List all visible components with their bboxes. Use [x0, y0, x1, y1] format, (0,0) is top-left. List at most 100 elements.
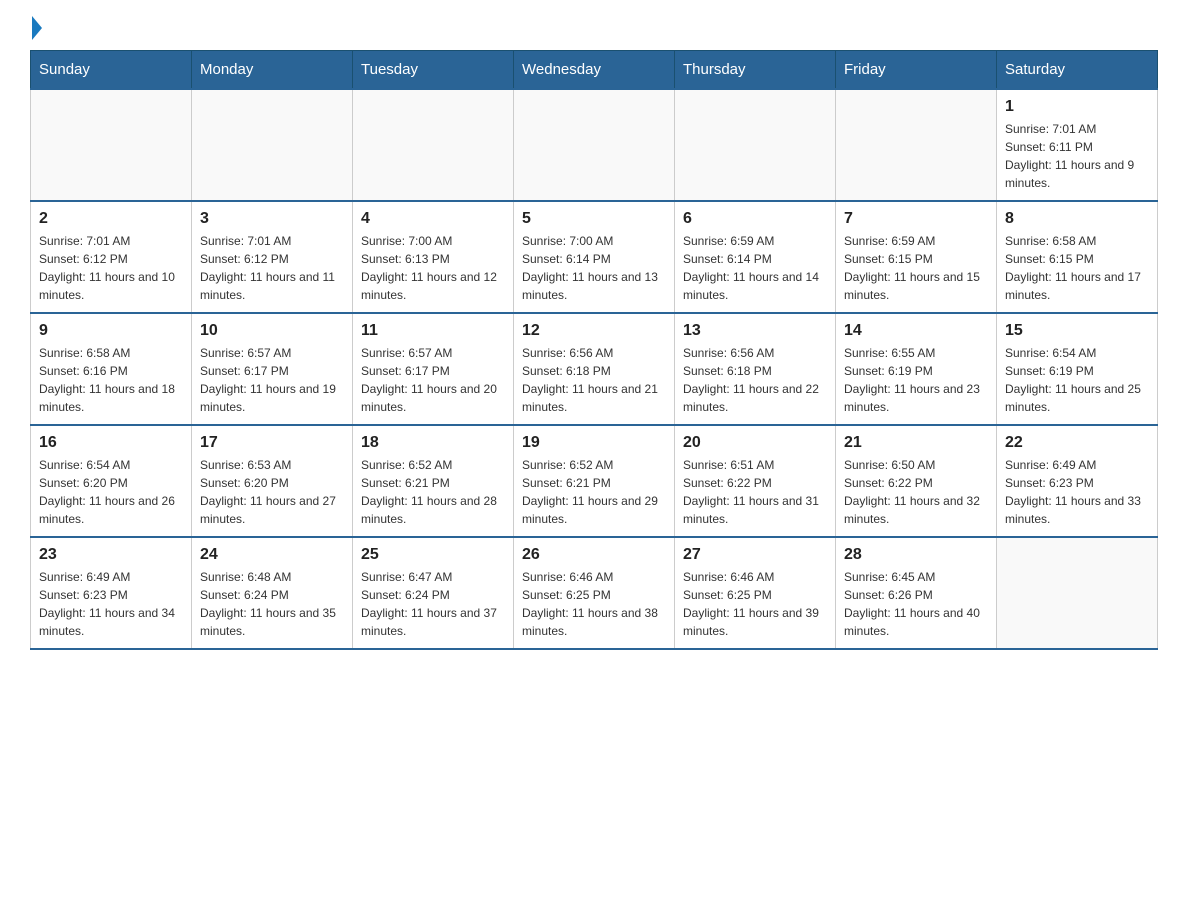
day-number: 7	[844, 210, 988, 228]
calendar-day-cell: 9 Sunrise: 6:58 AM Sunset: 6:16 PM Daylig…	[31, 313, 192, 425]
logo	[30, 20, 42, 40]
day-number: 8	[1005, 210, 1149, 228]
day-number: 28	[844, 546, 988, 564]
day-number: 16	[39, 434, 183, 452]
day-info: Sunrise: 6:56 AM Sunset: 6:18 PM Dayligh…	[522, 344, 666, 416]
calendar-day-cell: 22 Sunrise: 6:49 AM Sunset: 6:23 PM Dayli…	[997, 425, 1158, 537]
day-info: Sunrise: 7:01 AM Sunset: 6:11 PM Dayligh…	[1005, 120, 1149, 192]
day-number: 18	[361, 434, 505, 452]
calendar-day-cell: 14 Sunrise: 6:55 AM Sunset: 6:19 PM Dayli…	[836, 313, 997, 425]
calendar-day-cell: 8 Sunrise: 6:58 AM Sunset: 6:15 PM Daylig…	[997, 201, 1158, 313]
calendar-week-row: 16 Sunrise: 6:54 AM Sunset: 6:20 PM Dayli…	[31, 425, 1158, 537]
day-number: 9	[39, 322, 183, 340]
day-info: Sunrise: 7:00 AM Sunset: 6:14 PM Dayligh…	[522, 232, 666, 304]
day-of-week-header: Wednesday	[514, 51, 675, 90]
day-number: 13	[683, 322, 827, 340]
day-number: 19	[522, 434, 666, 452]
calendar-day-cell: 28 Sunrise: 6:45 AM Sunset: 6:26 PM Dayli…	[836, 537, 997, 649]
calendar-day-cell	[675, 89, 836, 201]
day-info: Sunrise: 6:58 AM Sunset: 6:15 PM Dayligh…	[1005, 232, 1149, 304]
page-header	[30, 20, 1158, 40]
calendar-day-cell: 7 Sunrise: 6:59 AM Sunset: 6:15 PM Daylig…	[836, 201, 997, 313]
calendar-day-cell: 18 Sunrise: 6:52 AM Sunset: 6:21 PM Dayli…	[353, 425, 514, 537]
day-info: Sunrise: 6:45 AM Sunset: 6:26 PM Dayligh…	[844, 568, 988, 640]
day-of-week-header: Sunday	[31, 51, 192, 90]
day-info: Sunrise: 6:52 AM Sunset: 6:21 PM Dayligh…	[361, 456, 505, 528]
day-number: 10	[200, 322, 344, 340]
day-number: 2	[39, 210, 183, 228]
calendar-day-cell: 1 Sunrise: 7:01 AM Sunset: 6:11 PM Daylig…	[997, 89, 1158, 201]
day-number: 21	[844, 434, 988, 452]
calendar-day-cell	[514, 89, 675, 201]
day-info: Sunrise: 6:55 AM Sunset: 6:19 PM Dayligh…	[844, 344, 988, 416]
calendar-day-cell: 2 Sunrise: 7:01 AM Sunset: 6:12 PM Daylig…	[31, 201, 192, 313]
day-number: 14	[844, 322, 988, 340]
calendar-week-row: 2 Sunrise: 7:01 AM Sunset: 6:12 PM Daylig…	[31, 201, 1158, 313]
calendar-day-cell: 5Sunrise: 7:00 AM Sunset: 6:14 PM Daylig…	[514, 201, 675, 313]
calendar-day-cell: 10 Sunrise: 6:57 AM Sunset: 6:17 PM Dayli…	[192, 313, 353, 425]
day-info: Sunrise: 6:59 AM Sunset: 6:14 PM Dayligh…	[683, 232, 827, 304]
day-info: Sunrise: 6:48 AM Sunset: 6:24 PM Dayligh…	[200, 568, 344, 640]
day-info: Sunrise: 6:57 AM Sunset: 6:17 PM Dayligh…	[200, 344, 344, 416]
day-number: 12	[522, 322, 666, 340]
day-of-week-header: Monday	[192, 51, 353, 90]
day-info: Sunrise: 6:50 AM Sunset: 6:22 PM Dayligh…	[844, 456, 988, 528]
calendar-day-cell	[836, 89, 997, 201]
day-of-week-header: Saturday	[997, 51, 1158, 90]
calendar-header-row: SundayMondayTuesdayWednesdayThursdayFrid…	[31, 51, 1158, 90]
day-of-week-header: Thursday	[675, 51, 836, 90]
calendar-day-cell: 15 Sunrise: 6:54 AM Sunset: 6:19 PM Dayli…	[997, 313, 1158, 425]
day-number: 11	[361, 322, 505, 340]
calendar-day-cell: 19 Sunrise: 6:52 AM Sunset: 6:21 PM Dayli…	[514, 425, 675, 537]
day-number: 23	[39, 546, 183, 564]
calendar-day-cell: 26 Sunrise: 6:46 AM Sunset: 6:25 PM Dayli…	[514, 537, 675, 649]
day-info: Sunrise: 6:52 AM Sunset: 6:21 PM Dayligh…	[522, 456, 666, 528]
day-number: 3	[200, 210, 344, 228]
day-info: Sunrise: 6:49 AM Sunset: 6:23 PM Dayligh…	[39, 568, 183, 640]
day-number: 1	[1005, 98, 1149, 116]
calendar-day-cell: 23 Sunrise: 6:49 AM Sunset: 6:23 PM Dayli…	[31, 537, 192, 649]
calendar-table: SundayMondayTuesdayWednesdayThursdayFrid…	[30, 50, 1158, 650]
day-number: 24	[200, 546, 344, 564]
day-number: 6	[683, 210, 827, 228]
calendar-day-cell: 24 Sunrise: 6:48 AM Sunset: 6:24 PM Dayli…	[192, 537, 353, 649]
day-number: 25	[361, 546, 505, 564]
day-info: Sunrise: 6:57 AM Sunset: 6:17 PM Dayligh…	[361, 344, 505, 416]
day-info: Sunrise: 6:59 AM Sunset: 6:15 PM Dayligh…	[844, 232, 988, 304]
day-info: Sunrise: 6:53 AM Sunset: 6:20 PM Dayligh…	[200, 456, 344, 528]
calendar-week-row: 1 Sunrise: 7:01 AM Sunset: 6:11 PM Daylig…	[31, 89, 1158, 201]
day-info: Sunrise: 7:01 AM Sunset: 6:12 PM Dayligh…	[200, 232, 344, 304]
calendar-day-cell	[353, 89, 514, 201]
calendar-day-cell: 13 Sunrise: 6:56 AM Sunset: 6:18 PM Dayli…	[675, 313, 836, 425]
calendar-day-cell: 21 Sunrise: 6:50 AM Sunset: 6:22 PM Dayli…	[836, 425, 997, 537]
calendar-week-row: 9 Sunrise: 6:58 AM Sunset: 6:16 PM Daylig…	[31, 313, 1158, 425]
calendar-day-cell: 12 Sunrise: 6:56 AM Sunset: 6:18 PM Dayli…	[514, 313, 675, 425]
calendar-day-cell: 16 Sunrise: 6:54 AM Sunset: 6:20 PM Dayli…	[31, 425, 192, 537]
calendar-day-cell: 4 Sunrise: 7:00 AM Sunset: 6:13 PM Daylig…	[353, 201, 514, 313]
day-number: 27	[683, 546, 827, 564]
day-number: 20	[683, 434, 827, 452]
day-number: 15	[1005, 322, 1149, 340]
day-number: 26	[522, 546, 666, 564]
day-info: Sunrise: 6:58 AM Sunset: 6:16 PM Dayligh…	[39, 344, 183, 416]
day-number: 4	[361, 210, 505, 228]
day-number: 22	[1005, 434, 1149, 452]
day-info: Sunrise: 7:01 AM Sunset: 6:12 PM Dayligh…	[39, 232, 183, 304]
calendar-day-cell: 6 Sunrise: 6:59 AM Sunset: 6:14 PM Daylig…	[675, 201, 836, 313]
day-info: Sunrise: 6:51 AM Sunset: 6:22 PM Dayligh…	[683, 456, 827, 528]
calendar-day-cell: 25 Sunrise: 6:47 AM Sunset: 6:24 PM Dayli…	[353, 537, 514, 649]
day-info: Sunrise: 6:54 AM Sunset: 6:20 PM Dayligh…	[39, 456, 183, 528]
day-of-week-header: Tuesday	[353, 51, 514, 90]
day-info: Sunrise: 6:46 AM Sunset: 6:25 PM Dayligh…	[522, 568, 666, 640]
logo-triangle-icon	[32, 16, 42, 40]
calendar-day-cell: 3 Sunrise: 7:01 AM Sunset: 6:12 PM Daylig…	[192, 201, 353, 313]
calendar-day-cell: 20 Sunrise: 6:51 AM Sunset: 6:22 PM Dayli…	[675, 425, 836, 537]
calendar-day-cell	[997, 537, 1158, 649]
day-info: Sunrise: 7:00 AM Sunset: 6:13 PM Dayligh…	[361, 232, 505, 304]
day-info: Sunrise: 6:56 AM Sunset: 6:18 PM Dayligh…	[683, 344, 827, 416]
day-info: Sunrise: 6:54 AM Sunset: 6:19 PM Dayligh…	[1005, 344, 1149, 416]
day-info: Sunrise: 6:49 AM Sunset: 6:23 PM Dayligh…	[1005, 456, 1149, 528]
day-info: Sunrise: 6:47 AM Sunset: 6:24 PM Dayligh…	[361, 568, 505, 640]
calendar-day-cell	[31, 89, 192, 201]
calendar-week-row: 23 Sunrise: 6:49 AM Sunset: 6:23 PM Dayli…	[31, 537, 1158, 649]
